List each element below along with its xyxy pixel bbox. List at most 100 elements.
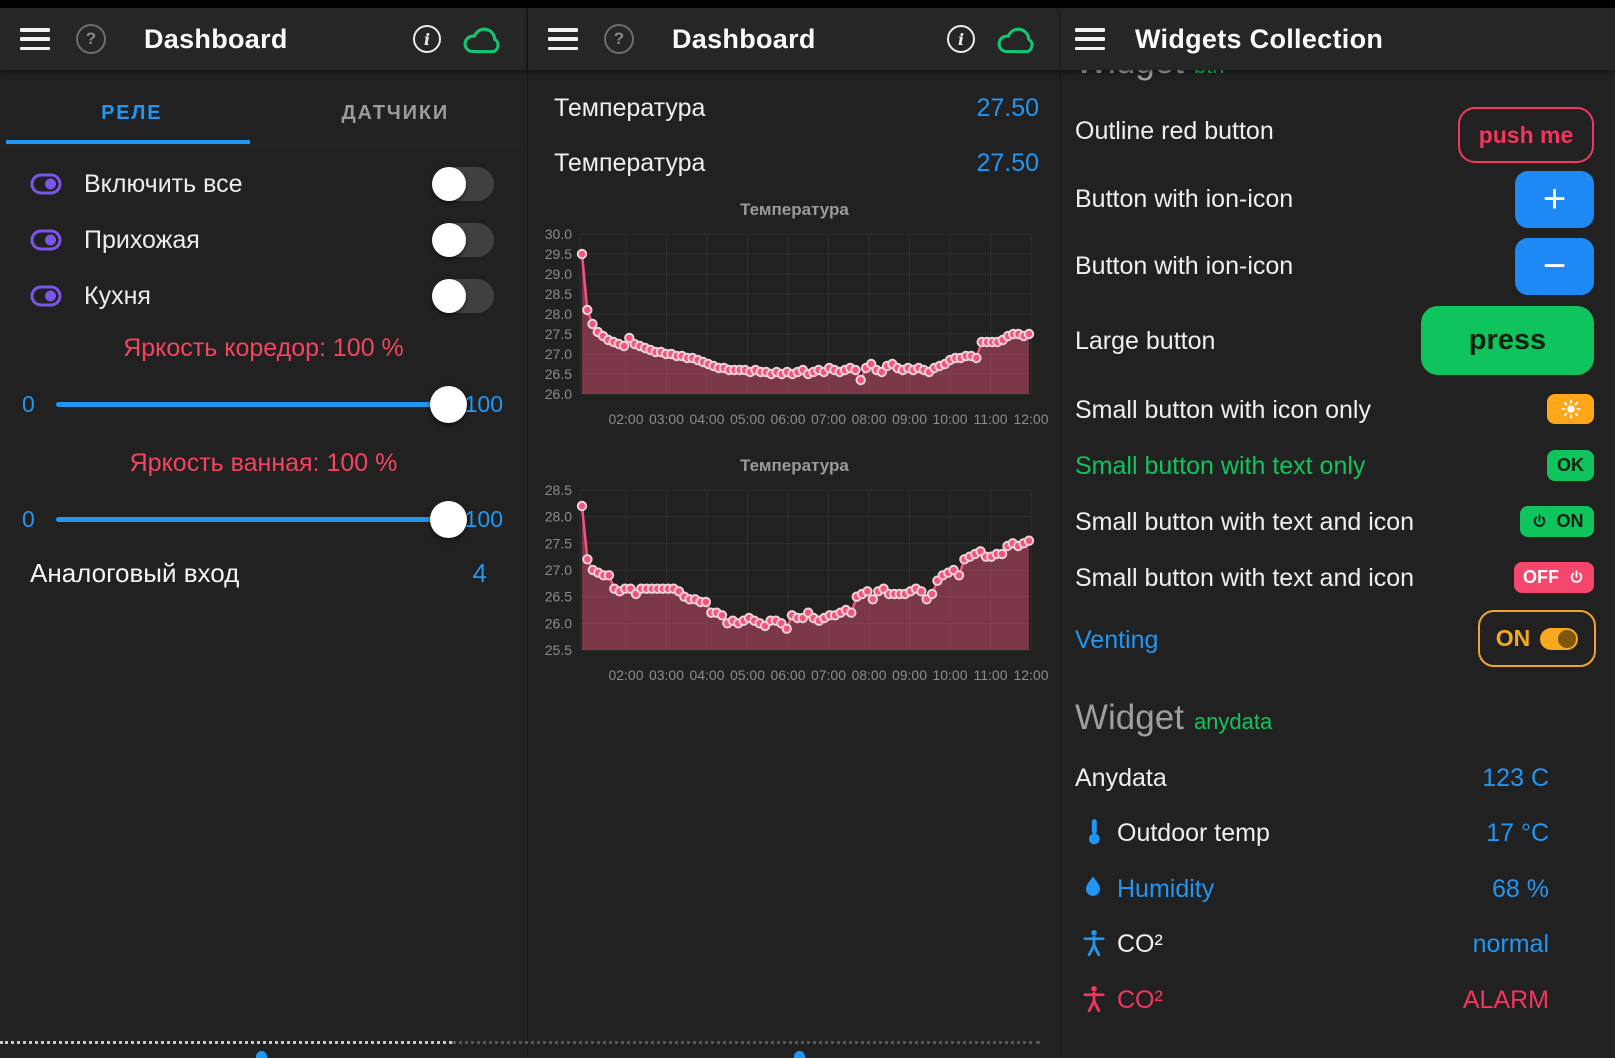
value-reading: 27.50: [976, 94, 1039, 123]
svg-text:09:00: 09:00: [892, 411, 927, 427]
minus-button[interactable]: −: [1515, 238, 1594, 295]
svg-text:28.0: 28.0: [545, 306, 572, 322]
widget-label-venting: Venting: [1075, 626, 1158, 655]
sun-icon: [1560, 398, 1582, 420]
svg-text:26.5: 26.5: [545, 589, 572, 605]
sun-button[interactable]: [1547, 394, 1594, 424]
menu-icon[interactable]: [20, 28, 50, 50]
svg-text:10:00: 10:00: [932, 667, 967, 683]
svg-text:03:00: 03:00: [649, 667, 684, 683]
off-button[interactable]: OFF: [1514, 562, 1594, 593]
panel-dashboard-relays: ? Dashboard i РЕЛЕ ДАТЧИКИ Включить все: [0, 0, 527, 1058]
page-title: Dashboard: [672, 24, 816, 55]
widget-label: Small button with text and icon: [1075, 564, 1414, 593]
data-label: Anydata: [1075, 764, 1167, 793]
app-screen: ? Dashboard i РЕЛЕ ДАТЧИКИ Включить все: [0, 0, 1615, 1058]
droplet-icon: [1081, 873, 1105, 903]
slider-max-label: 100: [465, 391, 503, 418]
help-icon[interactable]: ?: [76, 24, 106, 54]
svg-text:27.5: 27.5: [545, 535, 572, 551]
slider-max-label: 100: [465, 506, 503, 533]
help-icon[interactable]: ?: [604, 24, 634, 54]
button-text: OFF: [1523, 567, 1559, 588]
switch-row-kitchen: Кухня: [0, 270, 527, 322]
chart-title: Температура: [528, 452, 1061, 484]
svg-text:25.5: 25.5: [545, 642, 572, 658]
switch-row-all: Включить все: [0, 158, 527, 210]
section-heading-anydata: Widgetanydata: [1075, 698, 1272, 738]
clipped-icon: [794, 1051, 805, 1058]
toggle-switch-kitchen[interactable]: [432, 279, 494, 313]
analog-input-label: Аналоговый вход: [30, 558, 239, 589]
slider-title-corridor: Яркость коредор: 100 %: [0, 334, 527, 363]
data-row-humidity: Humidity 68 %: [1061, 871, 1615, 911]
widget-label: Button with ion-icon: [1075, 252, 1293, 281]
data-value: 123 C: [1482, 764, 1549, 793]
toggle-switch-hallway[interactable]: [432, 223, 494, 257]
data-row-co2-alarm: CO² ALARM: [1061, 982, 1615, 1022]
data-value: normal: [1473, 930, 1549, 959]
slider-track[interactable]: [56, 517, 463, 522]
value-label: Температура: [554, 94, 705, 123]
svg-text:30.0: 30.0: [545, 228, 572, 242]
switch-label: Включить все: [84, 170, 243, 199]
svg-text:28.5: 28.5: [545, 286, 572, 302]
data-row-outdoor-temp: Outdoor temp 17 °C: [1061, 815, 1615, 855]
slider-knob[interactable]: [430, 501, 467, 538]
data-row-co2-normal: CO² normal: [1061, 926, 1615, 966]
page-divider-dotted: [0, 1041, 452, 1044]
svg-text:28.0: 28.0: [545, 509, 572, 525]
cloud-icon[interactable]: [995, 22, 1039, 56]
svg-text:27.0: 27.0: [545, 346, 572, 362]
svg-text:28.5: 28.5: [545, 484, 572, 498]
relay-toggle-icon: [30, 285, 62, 307]
slider-track[interactable]: [56, 402, 463, 407]
active-tab-underline: [6, 140, 250, 144]
svg-text:04:00: 04:00: [689, 667, 724, 683]
ok-button[interactable]: OK: [1547, 450, 1594, 481]
svg-text:07:00: 07:00: [811, 411, 846, 427]
toggle-switch-all[interactable]: [432, 167, 494, 201]
data-label: Outdoor temp: [1117, 819, 1270, 848]
power-icon: [1568, 569, 1585, 586]
tab-sensors[interactable]: ДАТЧИКИ: [264, 86, 528, 140]
svg-text:02:00: 02:00: [608, 411, 643, 427]
on-button[interactable]: ON: [1520, 506, 1594, 537]
push-me-button[interactable]: push me: [1458, 107, 1594, 163]
value-reading: 27.50: [976, 149, 1039, 178]
person-icon: [1081, 928, 1107, 958]
menu-icon[interactable]: [1075, 28, 1105, 50]
slider-min-label: 0: [22, 506, 35, 533]
tab-relays[interactable]: РЕЛЕ: [0, 86, 264, 140]
svg-text:29.5: 29.5: [545, 246, 572, 262]
press-button[interactable]: press: [1421, 306, 1594, 375]
svg-text:05:00: 05:00: [730, 667, 765, 683]
info-icon[interactable]: i: [413, 25, 441, 53]
panel-widgets-collection: Widgets Collection Widgetbtn Outline red…: [1060, 0, 1615, 1058]
switch-label: Прихожая: [84, 226, 200, 255]
info-icon[interactable]: i: [947, 25, 975, 53]
widget-label: Small button with text and icon: [1075, 508, 1414, 537]
switch-row-hallway: Прихожая: [0, 214, 527, 266]
clipped-icon: [256, 1051, 267, 1058]
svg-text:04:00: 04:00: [689, 411, 724, 427]
page-title: Dashboard: [144, 24, 288, 55]
venting-toggle-button[interactable]: ON: [1478, 610, 1596, 667]
plus-button[interactable]: +: [1515, 171, 1594, 228]
relay-toggle-icon: [30, 173, 62, 195]
widget-label: Large button: [1075, 327, 1215, 356]
value-row-temperature-2: Температура 27.50: [528, 141, 1061, 191]
brightness-slider-corridor: 0 100: [0, 380, 527, 430]
data-row-anydata: Anydata 123 C: [1061, 760, 1615, 800]
svg-text:08:00: 08:00: [851, 667, 886, 683]
slider-knob[interactable]: [430, 386, 467, 423]
appbar: ? Dashboard i: [528, 8, 1061, 70]
svg-text:26.0: 26.0: [545, 386, 572, 402]
switch-label: Кухня: [84, 282, 151, 311]
appbar: Widgets Collection: [1061, 8, 1615, 70]
svg-text:26.0: 26.0: [545, 615, 572, 631]
svg-text:11:00: 11:00: [974, 411, 1008, 427]
svg-text:06:00: 06:00: [770, 411, 805, 427]
cloud-icon[interactable]: [461, 22, 505, 56]
menu-icon[interactable]: [548, 28, 578, 50]
